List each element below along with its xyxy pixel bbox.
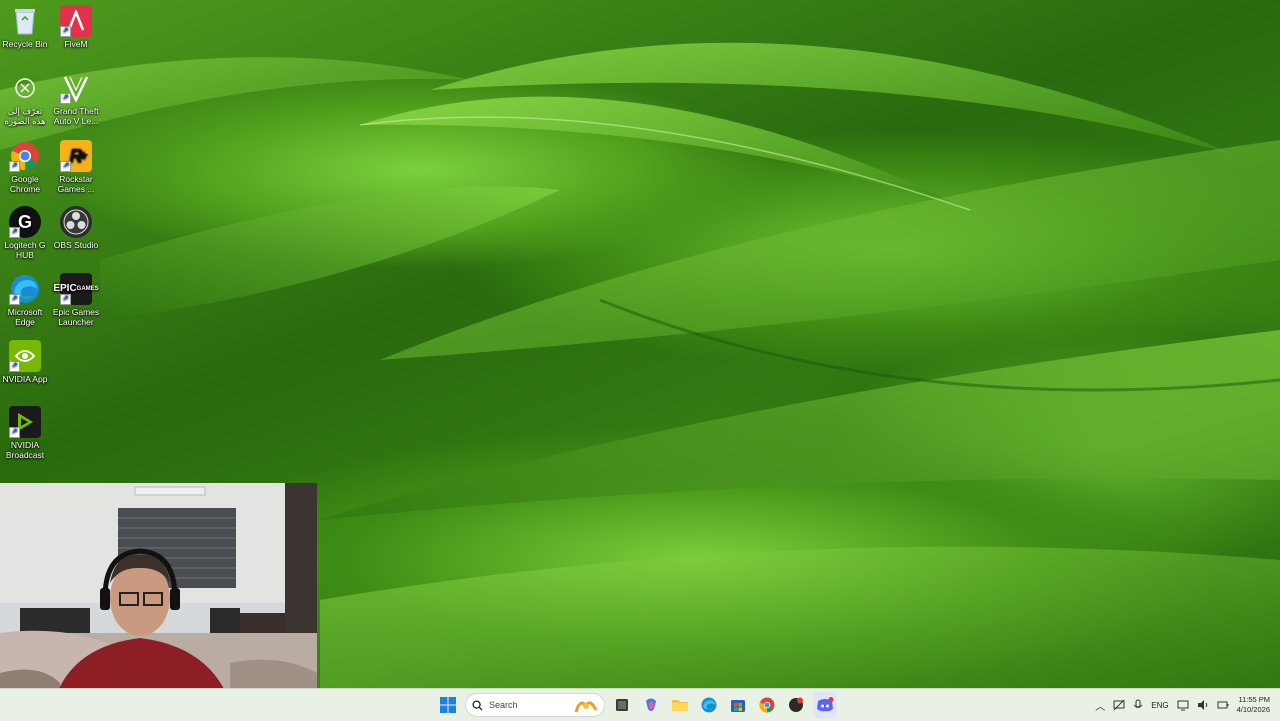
edge-icon: ↗	[9, 273, 41, 305]
chrome-icon: ↗	[9, 140, 41, 172]
file-explorer-button[interactable]	[668, 692, 692, 718]
desktop-icon-microsoft-edge[interactable]: ↗ Microsoft Edge	[0, 273, 50, 327]
clock[interactable]: 11:55 PM 4/10/2026	[1237, 695, 1270, 715]
task-view-button[interactable]	[610, 692, 634, 718]
taskbar-apps: Search	[436, 689, 837, 721]
desktop-icon-recycle-bin[interactable]: Recycle Bin	[0, 5, 50, 49]
taskbar-search[interactable]: Search	[465, 693, 605, 717]
recycle-bin-icon	[9, 5, 41, 37]
epic-icon: EPIC GAMES ↗	[53, 273, 99, 305]
windows-start-icon	[440, 697, 456, 713]
monitor-icon[interactable]	[1177, 699, 1189, 711]
store-button[interactable]	[726, 692, 750, 718]
search-highlight-icon	[574, 701, 598, 713]
discord-icon	[817, 697, 834, 712]
file-explorer-icon	[672, 700, 688, 711]
language-indicator[interactable]: ENG	[1151, 701, 1168, 710]
desktop-icon-google-chrome[interactable]: ↗ Google Chrome	[0, 140, 50, 194]
search-icon	[472, 699, 483, 711]
copilot-icon	[646, 698, 656, 711]
system-tray: ︿ ENG 11:55 PM 4/10/2026	[1095, 689, 1280, 721]
webcam-overlay	[0, 483, 317, 720]
network-off-icon[interactable]	[1113, 699, 1125, 711]
chevron-up-icon[interactable]: ︿	[1095, 698, 1105, 713]
microphone-icon[interactable]	[1133, 699, 1143, 711]
nvidia-icon: ↗	[9, 340, 41, 372]
battery-icon[interactable]	[1217, 699, 1229, 711]
search-placeholder: Search	[489, 700, 518, 710]
desktop-icon-rockstar[interactable]: R ★ ↗ Rockstar Games ...	[51, 140, 101, 194]
nvidia-broadcast-icon: ↗	[9, 406, 41, 438]
start-button[interactable]	[436, 692, 460, 718]
rockstar-icon: R ★ ↗	[60, 140, 92, 172]
spotlight-icon	[9, 72, 41, 104]
webcam-feed-image	[0, 483, 317, 720]
desktop-icon-obs-studio[interactable]: OBS Studio	[51, 206, 101, 250]
store-icon	[731, 700, 745, 712]
obs-icon	[60, 206, 92, 238]
copilot-button[interactable]	[639, 692, 663, 718]
fivem-icon: ↗	[60, 5, 92, 37]
desktop-icon-nvidia-app[interactable]: ↗ NVIDIA App	[0, 340, 50, 384]
app-taskbar-button[interactable]	[784, 692, 808, 718]
volume-icon[interactable]	[1197, 699, 1209, 711]
chrome-icon	[759, 697, 775, 713]
edge-taskbar-button[interactable]	[697, 692, 721, 718]
chrome-taskbar-button[interactable]	[755, 692, 779, 718]
app-icon	[789, 697, 803, 712]
clock-time: 11:55 PM	[1238, 695, 1270, 704]
discord-taskbar-button[interactable]	[813, 692, 837, 718]
desktop-icon-epic-games[interactable]: EPIC GAMES ↗ Epic Games Launcher	[51, 273, 101, 327]
task-view-icon	[616, 699, 628, 711]
desktop-icon-learn-about-picture[interactable]: تعرّف إلى هذه الصورة	[0, 72, 50, 126]
clock-date: 4/10/2026	[1236, 705, 1270, 714]
gta-v-icon: ↗	[60, 72, 92, 104]
logitech-icon: G ↗	[9, 206, 41, 238]
desktop-icon-logitech-g-hub[interactable]: G ↗ Logitech G HUB	[0, 206, 50, 260]
taskbar: Search ︿ ENG 11:55 PM 4/10/2026	[0, 688, 1280, 721]
desktop-icon-gta-v[interactable]: ↗ Grand Theft Auto V Le...	[51, 72, 101, 126]
desktop-icon-fivem[interactable]: ↗ FiveM	[51, 5, 101, 49]
desktop-icon-nvidia-broadcast[interactable]: ↗ NVIDIA Broadcast	[0, 406, 50, 460]
edge-icon	[701, 697, 717, 713]
